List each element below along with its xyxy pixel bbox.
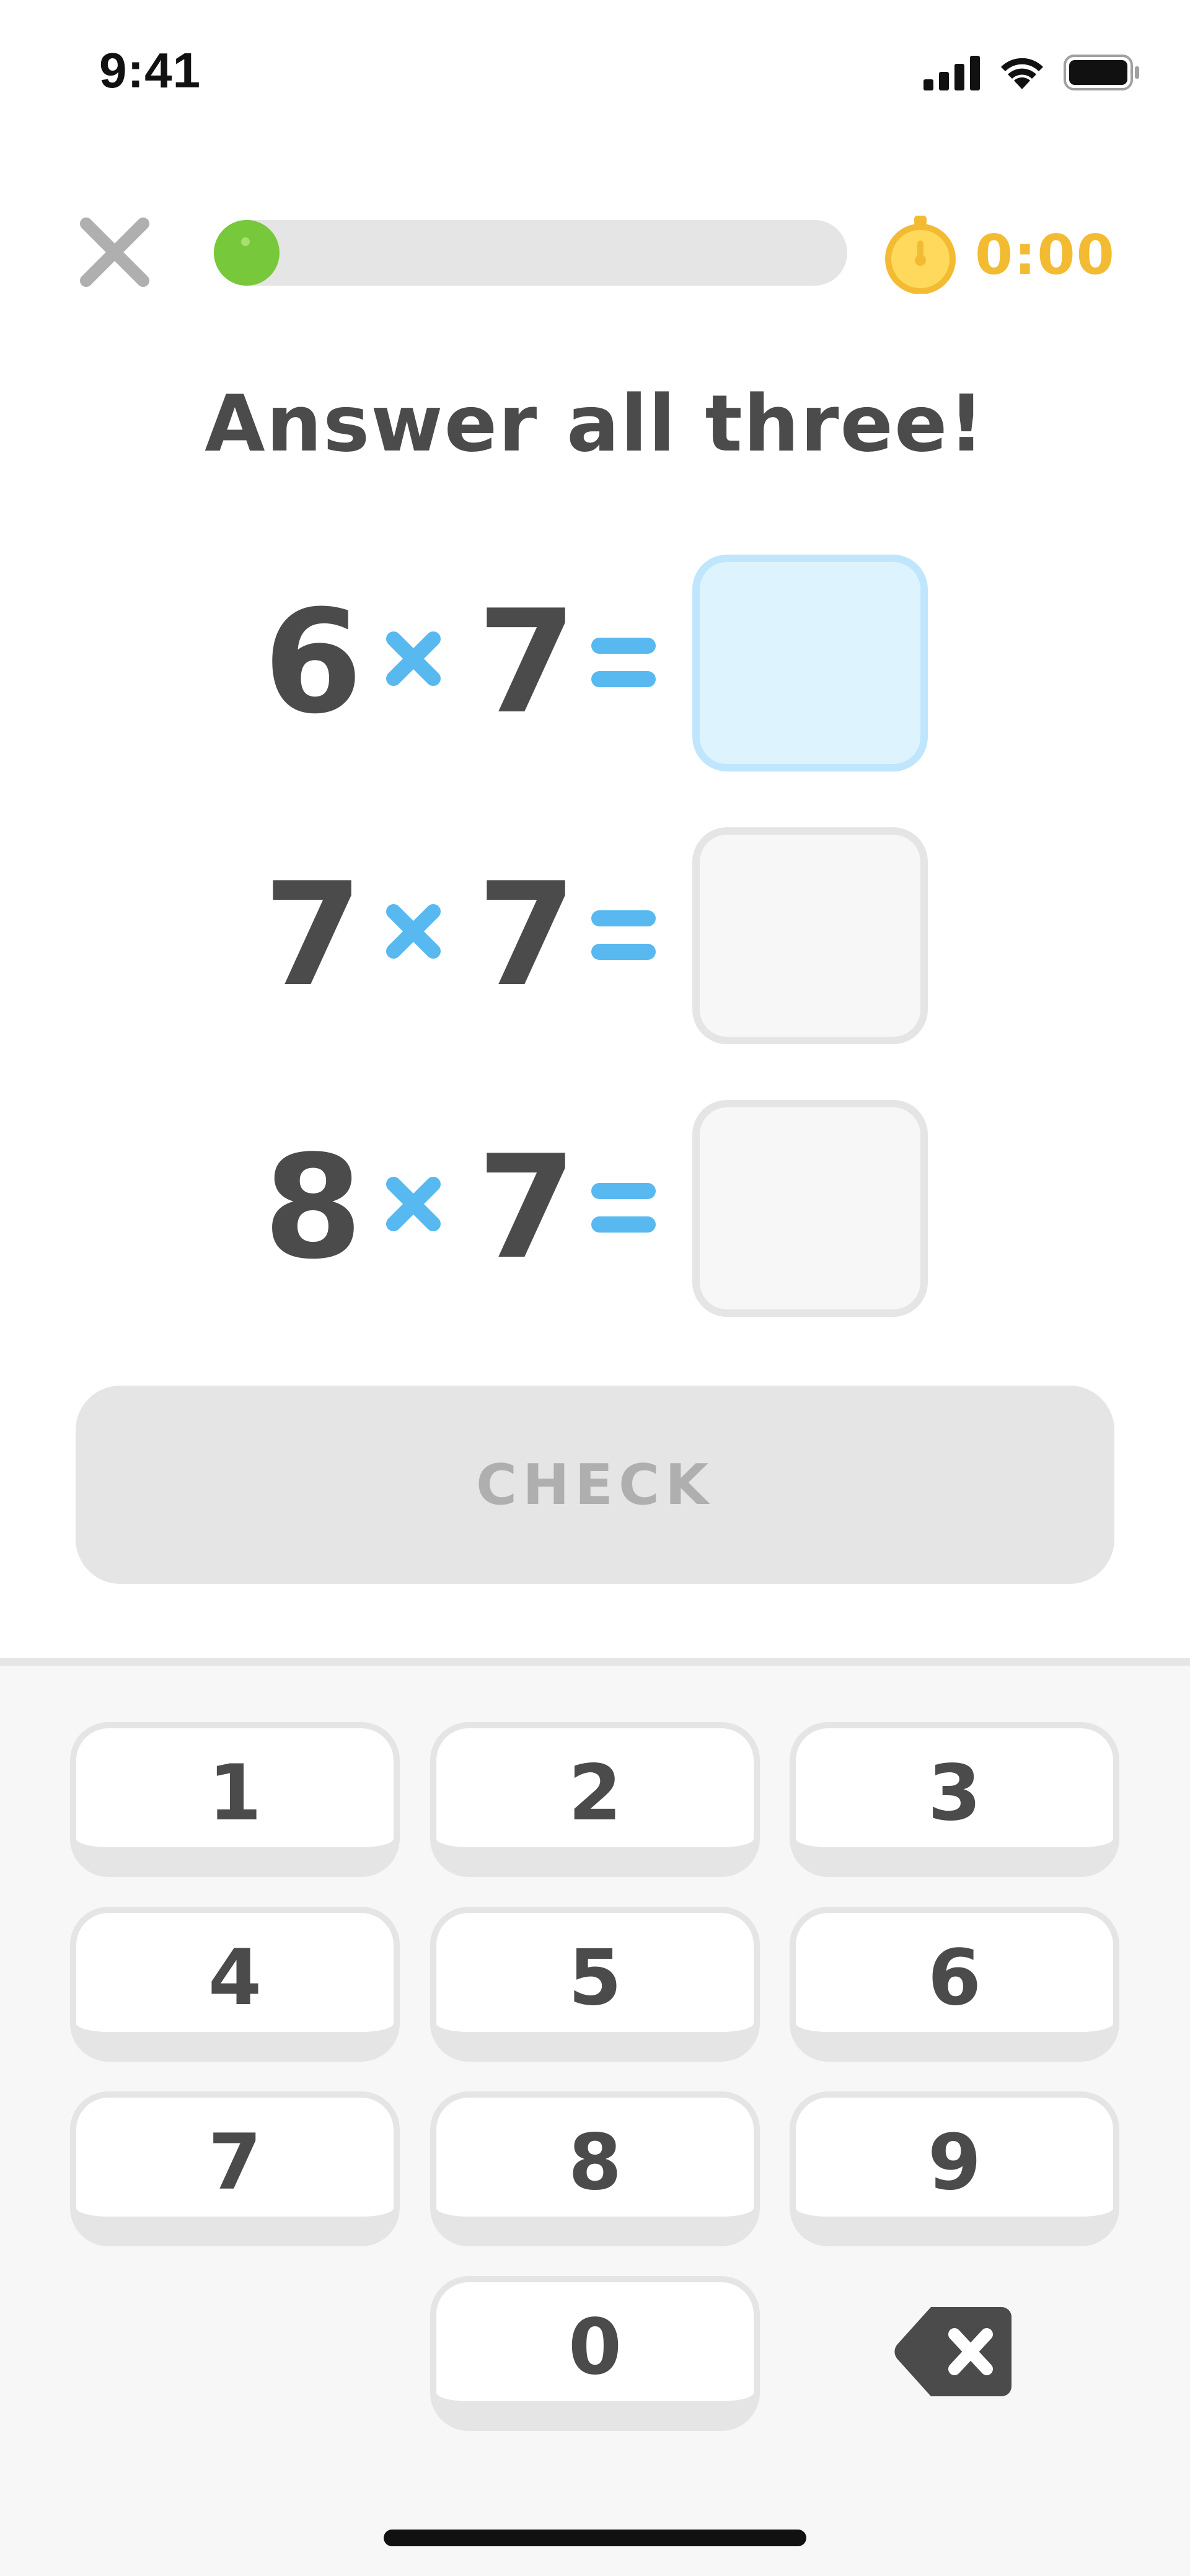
keypad-key-label: 8 [568, 2118, 622, 2207]
keypad-key-label: 3 [927, 1749, 982, 1838]
keypad-key-label: 9 [927, 2118, 982, 2207]
equation-operand-b: 7 [477, 853, 577, 1018]
home-indicator [384, 2530, 806, 2546]
keypad-key-0[interactable]: 0 [430, 2276, 760, 2431]
answer-input-box[interactable] [692, 555, 928, 771]
progress-shine [241, 237, 250, 246]
keypad-key-label: 5 [568, 1933, 622, 2023]
keypad-key-6[interactable]: 6 [790, 1907, 1119, 2062]
keypad-key-label: 7 [208, 2118, 262, 2207]
keypad-key-3[interactable]: 3 [790, 1722, 1119, 1877]
equation-operand-a: 6 [263, 580, 363, 745]
check-button[interactable]: CHECK [76, 1386, 1114, 1584]
equation-row: 8 7 [0, 1100, 1190, 1317]
keypad-key-label: 0 [568, 2303, 622, 2392]
equation-operand-a: 7 [263, 853, 363, 1018]
battery-icon [1064, 55, 1139, 90]
timer-text: 0:00 [975, 222, 1116, 287]
multiply-sign [386, 904, 441, 959]
stopwatch-icon [885, 216, 956, 294]
wifi-icon [1001, 58, 1043, 89]
equals-sign [591, 638, 656, 687]
keypad-key-9[interactable]: 9 [790, 2091, 1119, 2246]
number-keypad: 1 2 3 4 5 6 7 8 9 0 [0, 1658, 1190, 2576]
equation-operand-b: 7 [477, 1125, 577, 1291]
keypad-key-2[interactable]: 2 [430, 1722, 760, 1877]
status-time: 9:41 [99, 43, 201, 98]
status-bar: 9:41 [0, 0, 1190, 149]
keypad-key-label: 6 [927, 1933, 982, 2023]
check-button-label: CHECK [476, 1452, 714, 1518]
keypad-key-8[interactable]: 8 [430, 2091, 760, 2246]
prompt-title: Answer all three! [205, 378, 985, 469]
multiply-sign [386, 1177, 441, 1231]
close-icon [80, 218, 149, 287]
keypad-key-label: 4 [208, 1933, 262, 2023]
equation-operand-b: 7 [477, 580, 577, 745]
equals-sign [591, 910, 656, 960]
equals-sign [591, 1183, 656, 1233]
keypad-key-7[interactable]: 7 [70, 2091, 400, 2246]
progress-fill [214, 220, 280, 286]
keypad-key-label: 1 [208, 1749, 262, 1838]
equation-operand-a: 8 [263, 1125, 363, 1291]
signal-icon [923, 56, 980, 90]
keypad-key-4[interactable]: 4 [70, 1907, 400, 2062]
answer-input-box[interactable] [692, 1100, 928, 1317]
multiply-sign [386, 631, 441, 686]
backspace-button[interactable] [892, 2302, 1014, 2401]
status-icons [923, 53, 1140, 90]
backspace-icon [894, 2307, 1011, 2396]
answer-input-box[interactable] [692, 827, 928, 1044]
lesson-progress-bar [214, 220, 847, 286]
equation-row: 6 7 [0, 555, 1190, 771]
equation-row: 7 7 [0, 827, 1190, 1044]
close-button[interactable] [74, 212, 155, 292]
keypad-key-5[interactable]: 5 [430, 1907, 760, 2062]
keypad-key-label: 2 [568, 1749, 622, 1838]
timer: 0:00 [883, 216, 1116, 294]
keypad-key-1[interactable]: 1 [70, 1722, 400, 1877]
